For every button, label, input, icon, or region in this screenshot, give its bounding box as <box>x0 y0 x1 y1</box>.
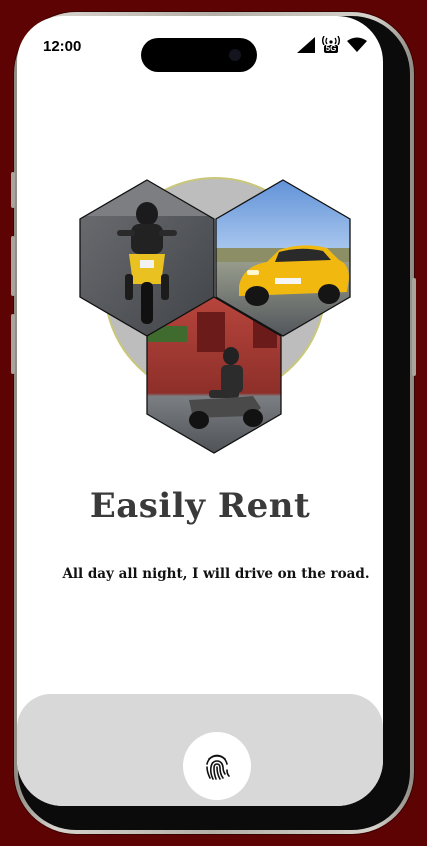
volume-up-button <box>11 236 15 296</box>
fingerprint-button[interactable] <box>183 732 251 800</box>
page-subtitle: All day all night, I will drive on the r… <box>62 566 370 582</box>
page-title: Easily Rent <box>89 486 311 526</box>
power-button <box>412 278 416 376</box>
action-button <box>11 172 15 208</box>
app-screen: 12:00 5G Easily Rent All day all night, … <box>17 16 383 806</box>
hero-collage <box>79 177 351 454</box>
fingerprint-icon <box>206 754 230 780</box>
volume-down-button <box>11 314 15 374</box>
